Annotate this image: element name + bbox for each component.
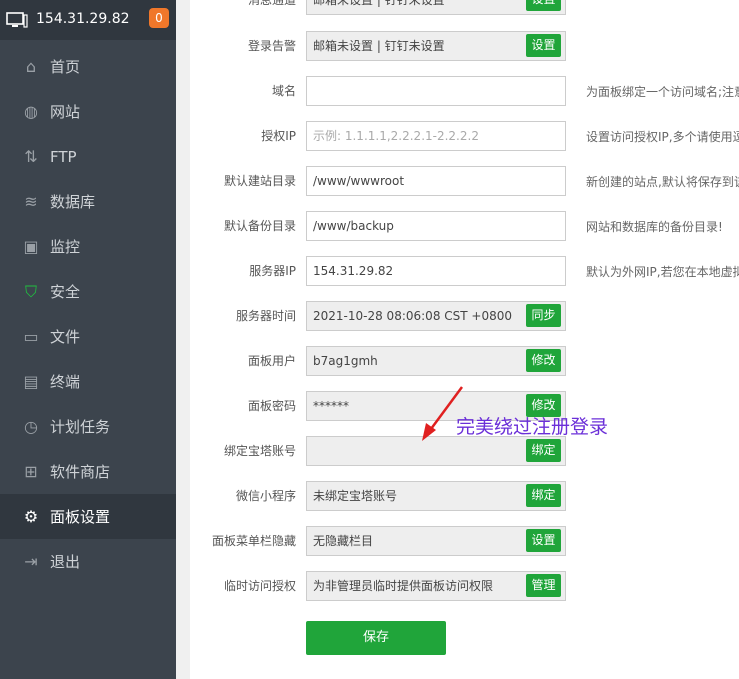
setting-row: 默认建站目录/www/wwwroot 新创建的站点,默认将保存到该 <box>190 166 739 196</box>
sidebar-item-ftp[interactable]: ⇅ FTP <box>0 134 176 179</box>
sidebar-item-label: 数据库 <box>50 193 96 211</box>
setting-label: 微信小程序 <box>235 489 296 503</box>
setting-action-button[interactable]: 绑定 <box>526 439 561 462</box>
monitor-chart-icon: ▣ <box>23 237 39 256</box>
sidebar-item-label: 网站 <box>50 103 81 121</box>
setting-row: 消息通道邮箱未设置 | 钉钉未设置设置 <box>190 0 739 15</box>
sidebar-item-database[interactable]: ≋ 数据库 <box>0 179 176 224</box>
folder-icon: ▭ <box>23 327 39 346</box>
sidebar-item-label: 面板设置 <box>50 508 111 526</box>
setting-label: 临时访问授权 <box>223 579 296 593</box>
database-icon: ≋ <box>24 192 38 211</box>
sidebar-item-folder[interactable]: ▭ 文件 <box>0 314 176 359</box>
setting-label: 面板密码 <box>247 399 296 413</box>
setting-action-button[interactable]: 修改 <box>526 349 561 372</box>
setting-label: 默认建站目录 <box>223 174 296 188</box>
setting-label: 面板菜单栏隐藏 <box>211 534 296 548</box>
sidebar-item-label: 计划任务 <box>50 418 111 436</box>
sidebar-item-home[interactable]: ⌂ 首页 <box>0 44 176 89</box>
panel-settings-screen: 154.31.29.82 0 ⌂ 首页 ◍ 网站 ⇅ FTP ≋ 数据库 ▣ 监控 ⛉ 安全 ▭ 文件 ▤ 终… <box>0 0 739 679</box>
setting-action-button[interactable]: 管理 <box>526 574 561 597</box>
grid-icon: ⊞ <box>24 462 38 481</box>
sidebar-item-label: 文件 <box>50 328 81 346</box>
setting-input[interactable]: 示例: 1.1.1.1,2.2.2.1-2.2.2.2 <box>306 121 566 151</box>
annotation-text: 完美绕过注册登录 <box>456 416 609 438</box>
setting-action-button[interactable]: 绑定 <box>526 484 561 507</box>
clock-icon: ◷ <box>24 417 38 436</box>
monitor-icon <box>6 12 28 28</box>
setting-action-button[interactable]: 同步 <box>526 304 561 327</box>
setting-label: 绑定宝塔账号 <box>223 444 296 458</box>
setting-action-button[interactable]: 设置 <box>526 34 561 57</box>
setting-hint: 为面板绑定一个访问域名;注意 <box>586 85 739 99</box>
setting-action-button[interactable]: 设置 <box>526 0 561 11</box>
sidebar-item-label: 监控 <box>50 238 81 256</box>
terminal-icon: ▤ <box>23 372 39 391</box>
setting-row: 登录告警 邮箱未设置 | 钉钉未设置 设置 <box>190 31 739 61</box>
setting-label: 服务器IP <box>249 264 296 278</box>
setting-hint: 网站和数据库的备份目录! <box>586 220 723 234</box>
home-icon: ⌂ <box>25 57 37 76</box>
setting-row: 面板用户 b7ag1gmh 修改 <box>190 346 739 376</box>
sidebar-item-label: 软件商店 <box>50 463 111 481</box>
sidebar-item-globe[interactable]: ◍ 网站 <box>0 89 176 134</box>
layout-gutter <box>176 0 190 679</box>
setting-label: 默认备份目录 <box>223 219 296 233</box>
sidebar-item-clock[interactable]: ◷ 计划任务 <box>0 404 176 449</box>
sidebar: 154.31.29.82 0 ⌂ 首页 ◍ 网站 ⇅ FTP ≋ 数据库 ▣ 监控 ⛉ 安全 ▭ 文件 ▤ 终… <box>0 0 176 679</box>
sidebar-item-label: 首页 <box>50 58 81 76</box>
setting-row: 授权IP 示例: 1.1.1.1,2.2.2.1-2.2.2.2 设置访问授权IP,… <box>190 121 739 151</box>
gear-icon: ⚙ <box>23 507 39 526</box>
sidebar-item-monitor-chart[interactable]: ▣ 监控 <box>0 224 176 269</box>
message-count-badge[interactable]: 0 <box>149 8 169 28</box>
setting-input[interactable]: 154.31.29.82 <box>306 256 566 286</box>
logout-icon: ⇥ <box>24 552 38 571</box>
setting-row: 服务器时间 2021-10-28 08:06:08 CST +0800 同步 <box>190 301 739 331</box>
setting-row: 微信小程序 未绑定宝塔账号 绑定 <box>190 481 739 511</box>
sidebar-item-terminal[interactable]: ▤ 终端 <box>0 359 176 404</box>
ftp-icon: ⇅ <box>24 147 38 166</box>
sidebar-item-label: 终端 <box>50 373 81 391</box>
setting-input[interactable]: /www/wwwroot <box>306 166 566 196</box>
setting-hint: 设置访问授权IP,多个请使用逗 <box>586 130 739 144</box>
globe-icon: ◍ <box>24 102 38 121</box>
sidebar-item-shield[interactable]: ⛉ 安全 <box>0 269 176 314</box>
setting-input[interactable]: /www/backup <box>306 211 566 241</box>
setting-label: 域名 <box>271 84 296 98</box>
setting-row: 临时访问授权 为非管理员临时提供面板访问权限 管理 <box>190 571 739 601</box>
setting-row: 域名 为面板绑定一个访问域名;注意 <box>190 76 739 106</box>
setting-row: 面板菜单栏隐藏 无隐藏栏目 设置 <box>190 526 739 556</box>
settings-form: 临时访问授权 为非管理员临时提供面板访问权限 管理 面板菜单栏隐藏 无隐藏栏目 设置 微信小… <box>190 0 739 679</box>
sidebar-header: 154.31.29.82 0 <box>0 0 176 40</box>
setting-row: 服务器IP 154.31.29.82 默认为外网IP,若您在本地虚拟 <box>190 256 739 286</box>
setting-row: 默认备份目录/www/backup 网站和数据库的备份目录! <box>190 211 739 241</box>
setting-label: 登录告警 <box>247 39 296 53</box>
sidebar-item-grid[interactable]: ⊞ 软件商店 <box>0 449 176 494</box>
setting-label: 授权IP <box>261 129 296 143</box>
shield-icon: ⛉ <box>24 282 37 301</box>
setting-label: 消息通道 <box>247 0 296 7</box>
sidebar-item-label: FTP <box>50 148 77 166</box>
setting-label: 面板用户 <box>247 354 296 368</box>
sidebar-item-label: 退出 <box>50 553 81 571</box>
setting-hint: 默认为外网IP,若您在本地虚拟 <box>586 265 739 279</box>
sidebar-item-logout[interactable]: ⇥ 退出 <box>0 539 176 584</box>
sidebar-item-gear[interactable]: ⚙ 面板设置 <box>0 494 176 539</box>
server-ip-title[interactable]: 154.31.29.82 <box>36 10 130 28</box>
setting-hint: 新创建的站点,默认将保存到该 <box>586 175 739 189</box>
save-button[interactable]: 保存 <box>306 621 446 655</box>
setting-action-button[interactable]: 设置 <box>526 529 561 552</box>
sidebar-item-label: 安全 <box>50 283 81 301</box>
sidebar-nav: ⌂ 首页 ◍ 网站 ⇅ FTP ≋ 数据库 ▣ 监控 ⛉ 安全 ▭ 文件 ▤ 终端 ◷ 计划任务 ⊞ 软件商店 ⚙ 面板设… <box>0 44 176 584</box>
setting-input[interactable] <box>306 76 566 106</box>
setting-label: 服务器时间 <box>235 309 296 323</box>
